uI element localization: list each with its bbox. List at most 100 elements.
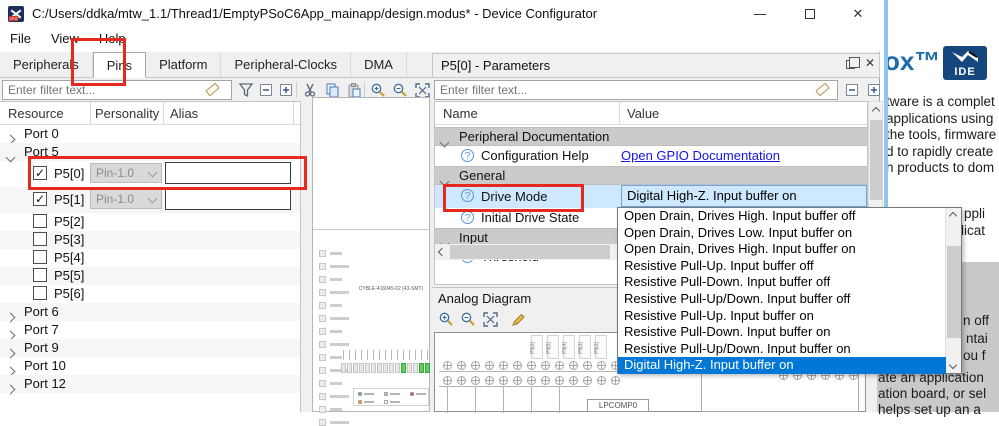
dropdown-scroll-thumb[interactable] (947, 246, 961, 338)
analog-pin-terminal (457, 376, 466, 385)
analog-pin-terminal (443, 376, 452, 385)
drive-mode-combo[interactable]: Digital High-Z. Input buffer on (621, 185, 867, 207)
dropdown-option[interactable]: Resistive Pull-Down. Input buffer on (618, 324, 946, 341)
tab-platform[interactable]: Platform (146, 52, 222, 77)
brand-text-fragment: ox™ (884, 46, 941, 76)
analog-pin-label-text: P5[0] (529, 342, 536, 354)
package-pin-name (330, 291, 349, 294)
scroll-left-icon[interactable] (437, 247, 447, 257)
pin-checkbox[interactable] (33, 214, 47, 228)
pin-checkbox[interactable]: ✓ (33, 192, 47, 206)
ide-logo: IDE (943, 46, 987, 80)
column-header-personality: Personality (95, 106, 160, 121)
collapse-all-icon[interactable] (844, 82, 861, 99)
dropdown-option[interactable]: Open Drain, Drives Low. Input buffer on (618, 225, 946, 242)
zoom-fit-icon[interactable] (482, 311, 499, 328)
tree-row-p5-5[interactable]: P5[5] (0, 267, 300, 285)
analog-pin-label-text: P5[5] (545, 342, 552, 354)
pin-checkbox[interactable] (33, 232, 47, 246)
param-value[interactable]: Open GPIO Documentation (621, 148, 780, 163)
tree-row-port-10[interactable]: Port 10 (0, 357, 300, 377)
pasted-image-edge (884, 0, 888, 208)
tree-row-p5-6[interactable]: P5[6] (0, 285, 300, 303)
dropdown-option[interactable]: Resistive Pull-Up/Down. Input buffer off (618, 291, 946, 308)
tree-row-p5-3[interactable]: P5[3] (0, 231, 300, 249)
collapse-all-icon[interactable] (258, 82, 275, 99)
analog-pin-label: P5[4] (562, 335, 575, 359)
minimize-button[interactable] (738, 0, 782, 28)
menu-item-file[interactable]: File (0, 28, 41, 52)
close-pane-icon[interactable]: ✕ (865, 56, 875, 70)
tab-dma[interactable]: DMA (351, 52, 407, 77)
edit-pencil-icon[interactable] (510, 311, 527, 328)
zoom-out-icon[interactable] (460, 311, 477, 328)
package-pin-name (330, 382, 342, 385)
port-label: Port 7 (24, 322, 59, 337)
document-text-fragment: ppli (964, 206, 986, 221)
package-pin-name (330, 252, 342, 255)
help-icon[interactable]: ? (461, 210, 474, 224)
lpcomp0-block: LPCOMP0 (587, 399, 649, 412)
tree-row-p5-1[interactable]: ✓ P5[1] Pin-1.0 (0, 187, 300, 213)
tree-row-port-6[interactable]: Port 6 (0, 303, 300, 323)
document-text-line: tware is a complet (886, 94, 995, 109)
tree-row-port-0[interactable]: Port 0 (0, 125, 300, 145)
float-pane-icon[interactable] (846, 57, 860, 69)
dropdown-option[interactable]: Resistive Pull-Up. Input buffer off (618, 258, 946, 275)
tree-row-p5-2[interactable]: P5[2] (0, 213, 300, 231)
parameters-title: P5[0] - Parameters (441, 58, 551, 73)
annotation-box-drive-mode (443, 184, 584, 212)
analog-pin-terminal (471, 361, 480, 370)
package-column-label (355, 350, 356, 360)
menu-bar: File View Help (0, 28, 880, 52)
dropdown-option[interactable]: Resistive Pull-Down. Input buffer off (618, 274, 946, 291)
personality-combo[interactable]: Pin-1.0 (90, 189, 162, 209)
chevron-right-icon[interactable] (5, 380, 16, 398)
maximize-button[interactable] (788, 0, 832, 28)
drive-mode-dropdown: Open Drain, Drives High. Input buffer of… (617, 207, 962, 374)
port-label: Port 12 (24, 376, 66, 391)
package-pin-number (319, 302, 326, 309)
dropdown-scrollbar[interactable] (945, 208, 961, 373)
dropdown-option[interactable]: Open Drain, Drives High. Input buffer of… (618, 208, 946, 225)
close-button[interactable]: ✕ (836, 0, 880, 28)
legend-swatch (358, 392, 362, 396)
package-pin-name (330, 356, 342, 359)
scroll-up-icon[interactable] (871, 106, 881, 116)
gpio-documentation-link[interactable]: Open GPIO Documentation (621, 148, 780, 163)
column-divider (163, 102, 164, 125)
vscroll-thumb[interactable] (870, 120, 883, 200)
tree-row-port-7[interactable]: Port 7 (0, 321, 300, 341)
dropdown-scroll-up-icon[interactable] (948, 211, 958, 221)
pin-checkbox[interactable] (33, 268, 47, 282)
tree-row-port-12[interactable]: Port 12 (0, 375, 300, 395)
package-pin-cell (425, 363, 430, 373)
dropdown-scroll-down-icon[interactable] (948, 360, 958, 370)
pin-checkbox[interactable] (33, 250, 47, 264)
filter-funnel-icon[interactable] (238, 82, 255, 99)
param-row-configuration-help[interactable]: ? Configuration Help Open GPIO Documentati… (435, 146, 867, 166)
analog-pin-terminal (471, 376, 480, 385)
package-column-label (415, 350, 416, 360)
highlighted-text-line: helps set up an a (878, 402, 981, 417)
tree-row-p5-4[interactable]: P5[4] (0, 249, 300, 267)
dropdown-option[interactable]: Resistive Pull-Up/Down. Input buffer on (618, 341, 946, 358)
param-label: Initial Drive State (481, 210, 580, 225)
expand-all-icon[interactable] (866, 82, 883, 99)
alias-input[interactable] (165, 188, 291, 210)
dropdown-option[interactable]: Open Drain, Drives High. Input buffer on (618, 241, 946, 258)
analog-pin-terminal (527, 361, 536, 370)
dropdown-option[interactable]: Resistive Pull-Up. Input buffer on (618, 308, 946, 325)
zoom-in-icon[interactable] (438, 311, 455, 328)
package-pin-cell (401, 363, 406, 373)
dropdown-option[interactable]: Digital High-Z. Input buffer on (618, 357, 946, 374)
help-icon[interactable]: ? (461, 148, 474, 162)
tree-row-port-9[interactable]: Port 9 (0, 339, 300, 359)
port-label: Port 6 (24, 304, 59, 319)
pin-checkbox[interactable] (33, 286, 47, 300)
tab-peripheral-clocks[interactable]: Peripheral-Clocks (221, 52, 352, 77)
pin-label: P5[6] (54, 286, 85, 301)
hscroll-thumb[interactable] (450, 245, 610, 259)
expand-all-icon[interactable] (278, 82, 295, 99)
parameters-filter-input[interactable] (434, 80, 838, 100)
